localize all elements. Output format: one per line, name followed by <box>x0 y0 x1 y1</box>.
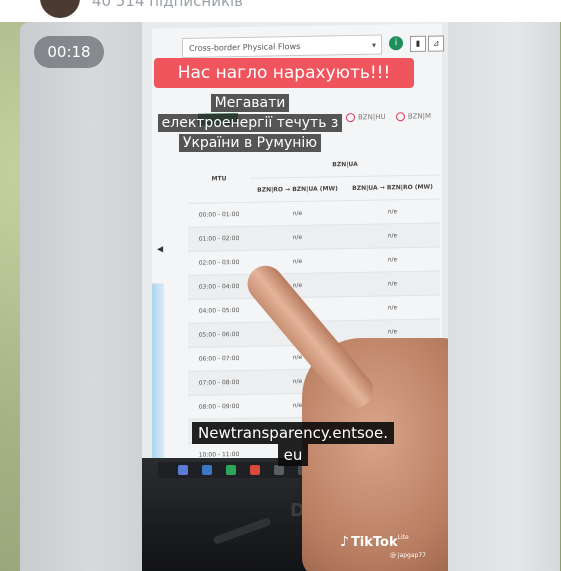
mtu-cell: 00:00 - 01:00 <box>188 202 250 228</box>
caption-url-line: eu <box>277 444 309 466</box>
subscriber-count: 40 514 підписників <box>92 0 244 10</box>
caption-url-line: Newtransparency.entsoe. <box>192 422 394 444</box>
tiktok-watermark: ♪ TikTokLite <box>340 534 409 550</box>
app-icon <box>274 465 284 475</box>
caption-dark: Мегавати електроенергії течуть з України… <box>150 92 350 152</box>
video-blur-right <box>448 22 560 571</box>
flow-cell: n/e <box>345 199 440 225</box>
caption-url: Newtransparency.entsoe. eu <box>180 422 406 466</box>
tiktok-handle: @ japgap77 <box>390 552 426 559</box>
caption-line: електроенергії течуть з <box>157 114 343 132</box>
video-blur-left <box>20 22 142 571</box>
caption-line: України в Румунію <box>178 134 322 152</box>
flow-cell: n/e <box>250 224 345 251</box>
border-radio-row: BZN|HU BZN|M <box>338 112 431 123</box>
col-ua-to-ro: BZN|UA → BZN|RO (MW) <box>345 175 440 201</box>
viber-icon <box>178 465 188 475</box>
flow-cell: n/e <box>345 223 440 249</box>
bookmark-icon: ▮ <box>410 35 426 53</box>
app-icon <box>202 465 212 475</box>
message-bubble: Cross-border Physical Flows ▾ i ▮ ⊿ BZN|… <box>20 22 560 571</box>
tiktok-lite: Lite <box>397 534 409 541</box>
flow-cell: n/e <box>250 200 345 227</box>
channel-avatar[interactable] <box>40 0 80 18</box>
mtu-cell: 04:00 - 05:00 <box>188 298 250 324</box>
mtu-cell: 05:00 - 06:00 <box>188 322 250 348</box>
acrobat-icon <box>250 465 260 475</box>
tiktok-icon: ♪ <box>340 534 349 550</box>
caption-red: Нас нагло нарахують!!! <box>154 58 414 88</box>
col-ro-to-ua: BZN|RO → BZN|UA (MW) <box>250 176 345 203</box>
mtu-cell: 03:00 - 04:00 <box>188 274 250 300</box>
channel-header[interactable]: 40 514 підписників <box>0 0 561 22</box>
chevron-down-icon: ▾ <box>371 40 376 50</box>
video-player[interactable]: Cross-border Physical Flows ▾ i ▮ ⊿ BZN|… <box>20 22 560 571</box>
caption-line: Мегавати <box>210 94 290 112</box>
col-mtu: MTU <box>188 154 250 204</box>
telegram-chat-view: 40 514 підписників Cross-border Physical… <box>0 0 561 571</box>
side-panel <box>152 283 164 464</box>
flow-cell: n/e <box>345 295 440 321</box>
radio-icon <box>395 112 405 122</box>
mtu-cell: 02:00 - 03:00 <box>188 250 250 276</box>
caret-left-icon: ◀ <box>157 244 164 254</box>
radio-label-m: BZN|M <box>407 112 432 121</box>
info-icon: i <box>389 36 403 51</box>
mtu-cell: 01:00 - 02:00 <box>188 226 250 252</box>
mtu-cell: 08:00 - 09:00 <box>188 394 250 420</box>
mtu-cell: 06:00 - 07:00 <box>188 346 250 372</box>
excel-icon <box>226 465 236 475</box>
dataset-dropdown: Cross-border Physical Flows ▾ <box>182 34 382 59</box>
mtu-cell: 07:00 - 08:00 <box>188 370 250 396</box>
flow-cell: n/e <box>345 271 440 297</box>
flow-cell: n/e <box>345 247 440 273</box>
col-group: BZN|UA <box>250 151 440 179</box>
radio-label-hu: BZN|HU <box>358 112 386 122</box>
video-timer: 00:18 <box>34 36 104 68</box>
tiktok-brand: TikTok <box>350 535 398 550</box>
chart-icon: ⊿ <box>428 35 444 52</box>
dropdown-label: Cross-border Physical Flows <box>189 41 301 53</box>
